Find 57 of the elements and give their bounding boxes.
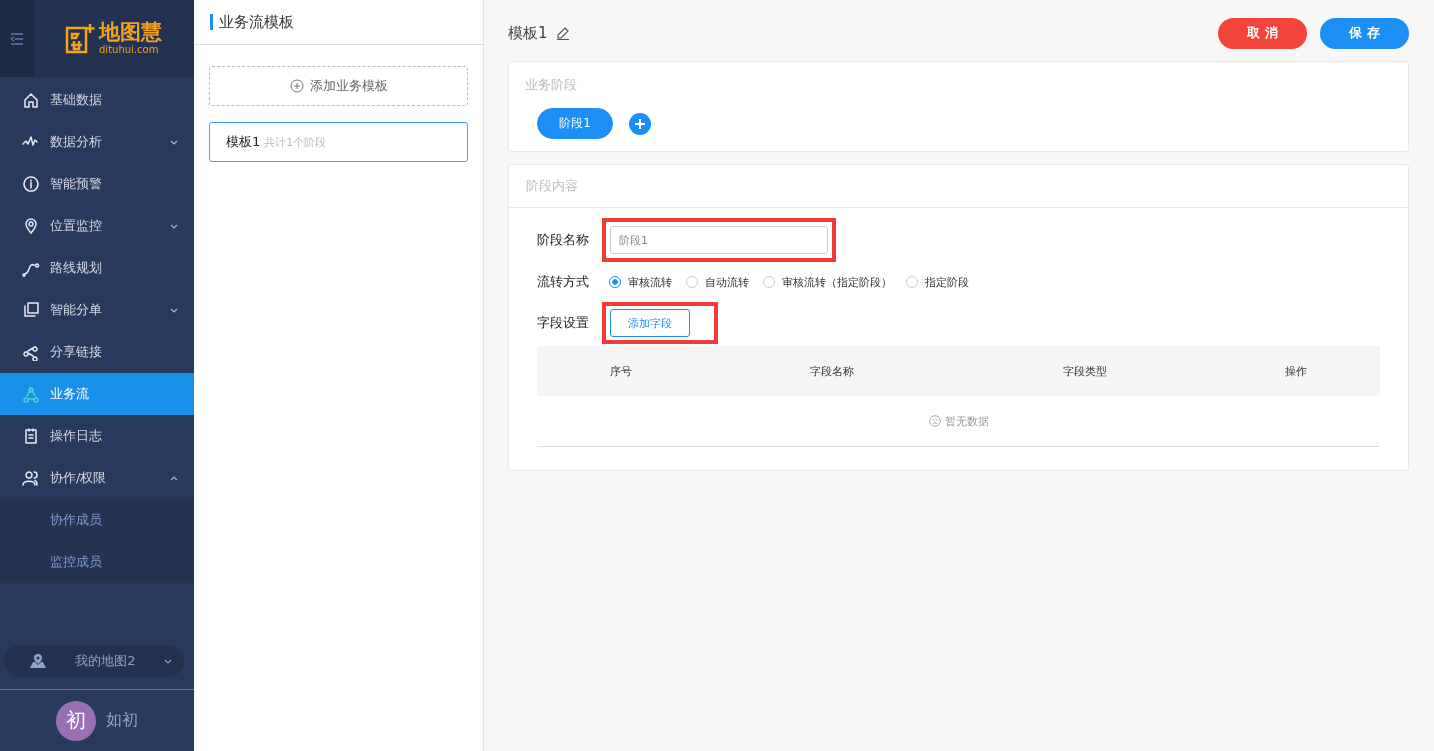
stage-name-input[interactable]: 阶段1 (610, 226, 828, 254)
radio-button[interactable] (906, 276, 918, 288)
logo-domain: dituhui.com (99, 45, 160, 55)
cancel-button[interactable]: 取 消 (1218, 17, 1307, 49)
nav-icon (22, 91, 40, 109)
column-header: 操作 (1283, 363, 1308, 379)
add-stage-icon[interactable] (629, 112, 651, 135)
map-selector[interactable]: 我的地图2 (4, 645, 184, 677)
radio-button[interactable] (686, 276, 698, 288)
sidebar-item[interactable]: 智能分单 (0, 289, 194, 331)
nav-icon (22, 343, 40, 361)
menu-icon[interactable] (10, 32, 24, 45)
sidebar-item[interactable]: 基础数据 (0, 79, 194, 121)
sidebar-item[interactable]: 数据分析 (0, 121, 194, 163)
radio-option[interactable]: 自动流转 (686, 274, 749, 290)
logo-icon (64, 22, 96, 55)
empty-message: 暂无数据 (944, 413, 989, 429)
sidebar-item[interactable]: 分享链接 (0, 331, 194, 373)
card-title: 阶段内容 (509, 165, 1408, 208)
sidebar-item[interactable]: 操作日志 (0, 415, 194, 457)
nav-icon (22, 175, 40, 193)
template-title: 模板1 (508, 23, 548, 43)
user-name: 如初 (106, 710, 138, 731)
radio-option[interactable]: 审核流转（指定阶段） (763, 274, 892, 290)
nav-icon (22, 385, 40, 403)
sidebar-item[interactable]: 路线规划 (0, 247, 194, 289)
field-label: 阶段名称 (537, 231, 590, 249)
submenu-item[interactable]: 监控成员 (0, 541, 194, 583)
column-header: 序号 (609, 363, 634, 379)
nav-icon (22, 301, 40, 319)
sidebar-item[interactable]: 协作/权限 (0, 457, 194, 499)
sidebar-item[interactable]: 位置监控 (0, 205, 194, 247)
radio-button[interactable] (609, 276, 621, 288)
nav-icon (22, 427, 40, 445)
column-header: 字段名称 (809, 363, 856, 379)
plus-circle-icon (289, 79, 304, 93)
radio-option[interactable]: 指定阶段 (906, 274, 969, 290)
panel-title: 业务流模板 (210, 14, 294, 30)
add-template-button[interactable]: 添加业务模板 (209, 66, 468, 106)
logo-name: 地图慧 (99, 22, 162, 43)
card-title: 业务阶段 (524, 76, 578, 94)
submenu-item[interactable]: 协作成员 (0, 499, 194, 541)
radio-option[interactable]: 审核流转 (609, 274, 672, 290)
template-item[interactable]: 模板1 共计1个阶段 (209, 122, 468, 162)
column-header: 字段类型 (1061, 363, 1108, 379)
map-pin-icon (29, 653, 47, 669)
radio-button[interactable] (763, 276, 775, 288)
nav-icon (22, 217, 40, 235)
field-label: 字段设置 (537, 314, 590, 332)
add-field-button[interactable]: 添加字段 (610, 309, 690, 337)
nav-icon (22, 469, 40, 487)
field-label: 流转方式 (537, 273, 590, 291)
user-avatar[interactable]: 初 (56, 700, 96, 741)
sad-face-icon (928, 415, 941, 427)
pencil-icon[interactable] (555, 26, 570, 40)
sidebar-item[interactable]: 智能预警 (0, 163, 194, 205)
chevron-down-icon (164, 658, 172, 664)
